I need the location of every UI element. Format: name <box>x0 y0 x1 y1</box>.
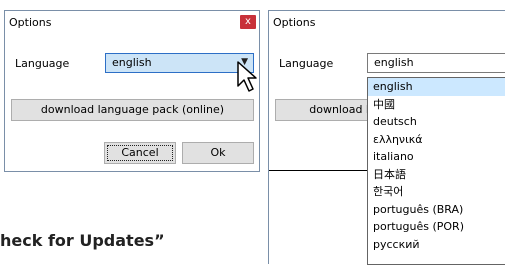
language-select-value: english <box>112 56 152 69</box>
language-option[interactable]: русский <box>368 236 505 254</box>
language-option[interactable]: 한국어 <box>368 183 505 201</box>
download-language-pack-button[interactable]: download l <box>275 99 375 121</box>
language-dropdown-list[interactable]: english 中國 deutsch ελληνικά italiano 日本語… <box>367 77 505 265</box>
ok-button[interactable]: Ok <box>182 142 254 164</box>
language-option[interactable]: english <box>368 78 505 96</box>
language-option[interactable]: português (POR) <box>368 218 505 236</box>
language-option[interactable]: ελληνικά <box>368 131 505 149</box>
language-option[interactable]: 中國 <box>368 96 505 114</box>
language-label: Language <box>279 57 334 70</box>
language-option[interactable]: deutsch <box>368 113 505 131</box>
dialog-title: Options <box>9 16 52 29</box>
download-language-pack-button[interactable]: download language pack (online) <box>11 99 254 121</box>
cancel-button[interactable]: Cancel <box>104 142 176 164</box>
close-button[interactable]: x <box>240 15 256 29</box>
page-heading: heck for Updates” <box>0 231 165 250</box>
mouse-pointer-icon <box>237 61 257 92</box>
dialog-title: Options <box>273 16 316 29</box>
language-select[interactable]: english ▼ <box>105 53 254 73</box>
language-option[interactable]: português (BRA) <box>368 201 505 219</box>
options-dialog: Options x Language english ▼ download la… <box>4 10 260 172</box>
divider <box>269 170 367 171</box>
language-label: Language <box>15 57 70 70</box>
language-option[interactable]: italiano <box>368 148 505 166</box>
language-option[interactable]: 日本語 <box>368 166 505 184</box>
language-select-value: english <box>374 56 414 69</box>
close-icon: x <box>245 16 251 27</box>
options-dialog-expanded: Options Language english download l engl… <box>268 10 505 265</box>
language-select[interactable]: english <box>367 53 505 73</box>
